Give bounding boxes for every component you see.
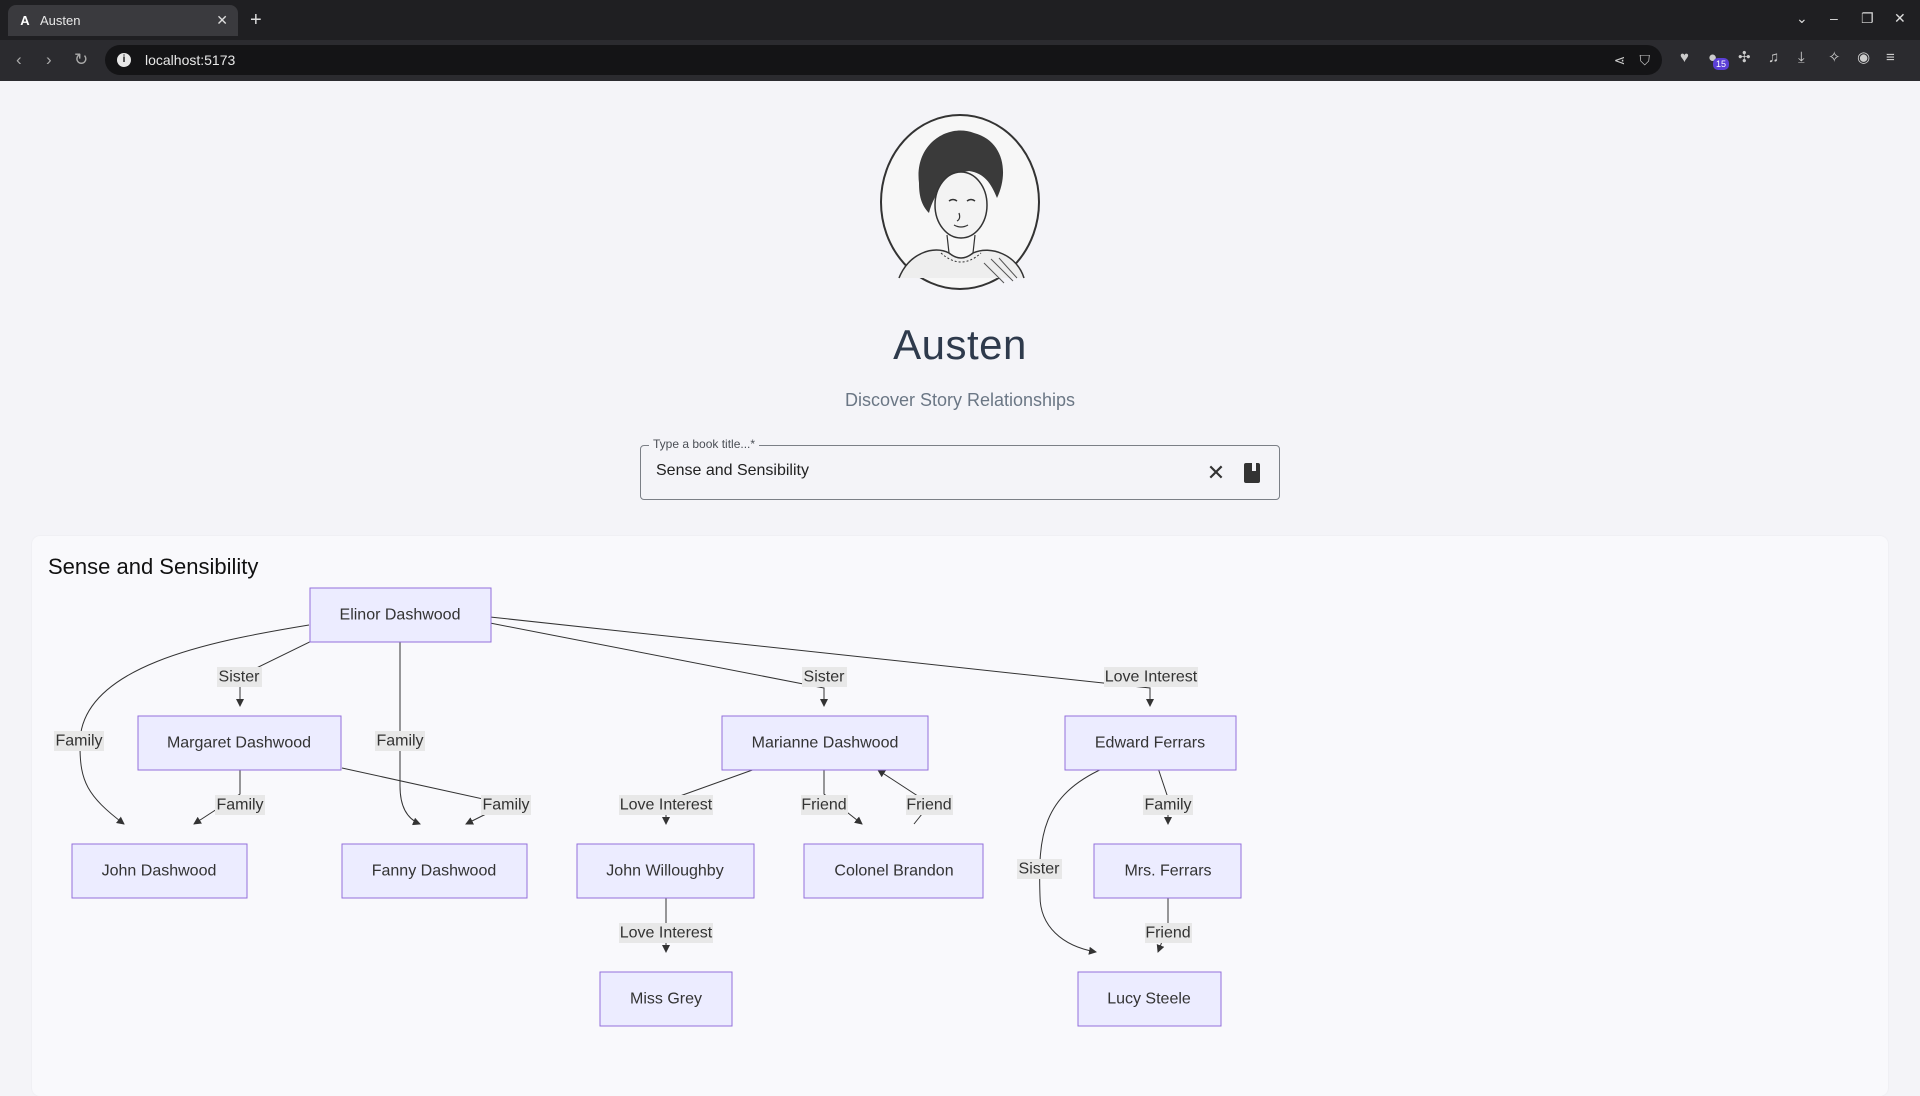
svg-text:Mrs. Ferrars: Mrs. Ferrars — [1124, 863, 1211, 880]
node-colonel-brandon[interactable]: Colonel Brandon — [803, 843, 984, 899]
svg-text:Margaret Dashwood: Margaret Dashwood — [167, 735, 311, 752]
forward-icon[interactable]: › — [46, 50, 52, 70]
svg-text:Lucy Steele: Lucy Steele — [1107, 991, 1191, 1008]
svg-text:Miss Grey: Miss Grey — [630, 991, 702, 1008]
app-title: Austen — [893, 321, 1027, 368]
media-music-icon[interactable]: ♫ — [1768, 49, 1779, 67]
app-subtitle: Discover Story Relationships — [844, 390, 1076, 410]
edge-label-elinor-fanny: Family — [375, 731, 425, 751]
node-fanny-dashwood[interactable]: Fanny Dashwood — [341, 843, 528, 899]
svg-text:John Dashwood: John Dashwood — [102, 863, 217, 880]
leo-ai-icon[interactable]: ✧ — [1828, 49, 1841, 67]
svg-text:Family: Family — [376, 733, 423, 750]
tab-close-icon[interactable]: ✕ — [216, 12, 228, 29]
book-search-input[interactable] — [656, 462, 1196, 480]
new-tab-icon[interactable]: + — [250, 8, 262, 32]
browser-menu-icon[interactable]: ≡ — [1886, 49, 1895, 67]
reload-icon[interactable]: ↻ — [74, 50, 88, 70]
node-marianne-dashwood[interactable]: Marianne Dashwood — [721, 715, 929, 771]
minimize-icon[interactable]: – — [1830, 10, 1838, 26]
window-close-icon[interactable]: ✕ — [1894, 10, 1906, 27]
url-text[interactable]: localhost:5173 — [145, 52, 1614, 68]
book-search-label: Type a book title...* — [649, 437, 760, 451]
edge-label-marianne-brandon: Friend — [801, 795, 848, 815]
angular-favicon-icon: A — [20, 12, 30, 28]
svg-text:Family: Family — [1144, 797, 1191, 814]
relationship-graph-card: Sense and Sensibility Elinor Dashwood Ma… — [32, 536, 1888, 1096]
svg-text:Friend: Friend — [801, 797, 846, 814]
svg-text:Marianne Dashwood: Marianne Dashwood — [752, 735, 899, 752]
austen-portrait-logo — [880, 114, 1040, 290]
address-bar[interactable]: i localhost:5173 ⋖ ⛉ — [105, 45, 1662, 75]
edge-label-marianne-willoughby: Love Interest — [619, 795, 713, 815]
edge-label-margaret-john: Family — [215, 795, 265, 815]
site-info-icon[interactable]: i — [117, 53, 131, 67]
node-john-willoughby[interactable]: John Willoughby — [576, 843, 755, 899]
svg-text:Family: Family — [55, 733, 102, 750]
svg-text:Sister: Sister — [1019, 861, 1061, 878]
tab-list-chevron-icon[interactable]: ⌄ — [1796, 10, 1808, 27]
edge-label-edward-mrs-ferrars: Family — [1143, 795, 1193, 815]
clear-search-icon[interactable]: ✕ — [1201, 458, 1231, 488]
node-elinor-dashwood[interactable]: Elinor Dashwood — [309, 587, 492, 643]
svg-text:Love Interest: Love Interest — [620, 925, 713, 942]
wallet-heart-icon[interactable]: ♥ — [1680, 49, 1689, 67]
back-icon[interactable]: ‹ — [16, 50, 22, 70]
restore-icon[interactable]: ❐ — [1861, 10, 1874, 27]
svg-text:Colonel Brandon: Colonel Brandon — [834, 863, 953, 880]
edge-label-elinor-marianne: Sister — [802, 667, 847, 687]
edge-label-willoughby-grey: Love Interest — [619, 923, 713, 943]
download-icon[interactable]: ⤓ — [1798, 49, 1805, 67]
node-margaret-dashwood[interactable]: Margaret Dashwood — [137, 715, 342, 771]
node-mrs-ferrars[interactable]: Mrs. Ferrars — [1093, 843, 1242, 899]
svg-text:Elinor Dashwood: Elinor Dashwood — [340, 607, 461, 624]
edge-label-mrs-ferrars-lucy: Friend — [1145, 923, 1192, 943]
node-lucy-steele[interactable]: Lucy Steele — [1077, 971, 1222, 1027]
book-search-field[interactable]: Type a book title...* ✕ — [640, 437, 1280, 500]
svg-text:Friend: Friend — [906, 797, 951, 814]
edge-label-elinor-edward: Love Interest — [1104, 667, 1198, 687]
svg-text:Family: Family — [216, 797, 263, 814]
book-icon[interactable] — [1244, 463, 1260, 483]
svg-text:Sister: Sister — [804, 669, 846, 686]
svg-text:Friend: Friend — [1145, 925, 1190, 942]
svg-text:Fanny Dashwood: Fanny Dashwood — [372, 863, 497, 880]
node-miss-grey[interactable]: Miss Grey — [599, 971, 733, 1027]
profile-avatar-icon[interactable]: ◉ — [1857, 49, 1870, 67]
svg-text:Sister: Sister — [219, 669, 261, 686]
extensions-puzzle-icon[interactable]: ✣ — [1738, 49, 1751, 67]
svg-text:Edward Ferrars: Edward Ferrars — [1095, 735, 1205, 752]
edge-label-margaret-fanny: Family — [481, 795, 531, 815]
share-icon[interactable]: ⋖ — [1614, 52, 1626, 69]
browser-tab-bar: A Austen ✕ + ⌄ – ❐ ✕ — [0, 0, 1920, 40]
edge-label-elinor-john: Family — [54, 731, 104, 751]
extension-badge: 15 — [1713, 58, 1730, 70]
relationship-graph: Elinor Dashwood Margaret Dashwood Marian… — [54, 587, 1242, 1027]
page-content: Austen Discover Story Relationships Type… — [0, 81, 1920, 1096]
svg-text:Love Interest: Love Interest — [1105, 669, 1198, 686]
node-john-dashwood[interactable]: John Dashwood — [71, 843, 248, 899]
edge-label-brandon-marianne: Friend — [906, 795, 953, 815]
node-edward-ferrars[interactable]: Edward Ferrars — [1064, 715, 1237, 771]
brave-shield-icon[interactable]: ⛉ — [1640, 52, 1651, 69]
svg-text:Family: Family — [482, 797, 529, 814]
svg-text:John Willoughby: John Willoughby — [606, 863, 723, 880]
browser-tab[interactable]: A Austen ✕ — [8, 5, 238, 36]
tab-title: Austen — [40, 13, 81, 28]
edge-label-elinor-margaret: Sister — [217, 667, 262, 687]
edge-label-edward-lucy: Sister — [1017, 859, 1062, 879]
svg-text:Love Interest: Love Interest — [620, 797, 713, 814]
